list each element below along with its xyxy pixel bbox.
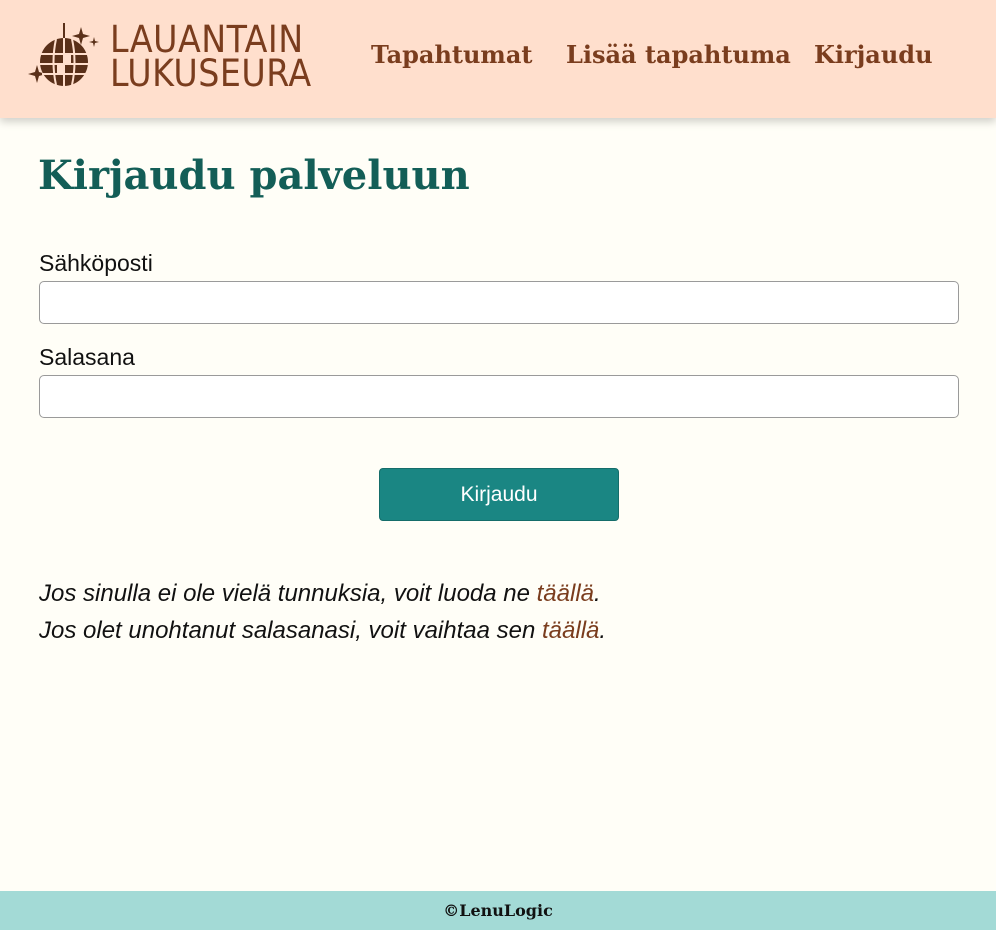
site-footer: ©LenuLogic — [0, 891, 996, 930]
page-title: Kirjaudu palveluun — [38, 152, 470, 199]
email-label: Sähköposti — [39, 250, 153, 276]
email-field[interactable] — [39, 281, 959, 324]
site-logo[interactable]: Lauantain Lukuseura — [28, 18, 318, 96]
nav-link-login[interactable]: Kirjaudu — [814, 40, 933, 69]
brand-line-2: Lukuseura — [110, 52, 312, 95]
footer-copyright: ©LenuLogic — [443, 901, 553, 920]
login-button[interactable]: Kirjaudu — [379, 468, 619, 521]
reset-password-link[interactable]: täällä — [542, 617, 599, 644]
password-reset-info: Jos olet unohtanut salasanasi, voit vaih… — [39, 617, 606, 645]
site-header: Lauantain Lukuseura Tapahtumat Lisää tap… — [0, 0, 996, 118]
password-label: Salasana — [39, 344, 135, 370]
nav-link-add-event[interactable]: Lisää tapahtuma — [566, 40, 791, 69]
signup-text: Jos sinulla ei ole vielä tunnuksia, voit… — [39, 580, 537, 607]
nav-link-events[interactable]: Tapahtumat — [371, 40, 532, 69]
reset-period: . — [599, 617, 607, 644]
brand-name: Lauantain Lukuseura — [110, 21, 312, 95]
disco-ball-icon — [28, 23, 99, 86]
signup-period: . — [594, 580, 601, 607]
password-field[interactable] — [39, 375, 959, 418]
reset-text: Jos olet unohtanut salasanasi, voit vaih… — [39, 617, 542, 644]
signup-info: Jos sinulla ei ole vielä tunnuksia, voit… — [39, 580, 601, 608]
signup-link[interactable]: täällä — [537, 580, 594, 607]
